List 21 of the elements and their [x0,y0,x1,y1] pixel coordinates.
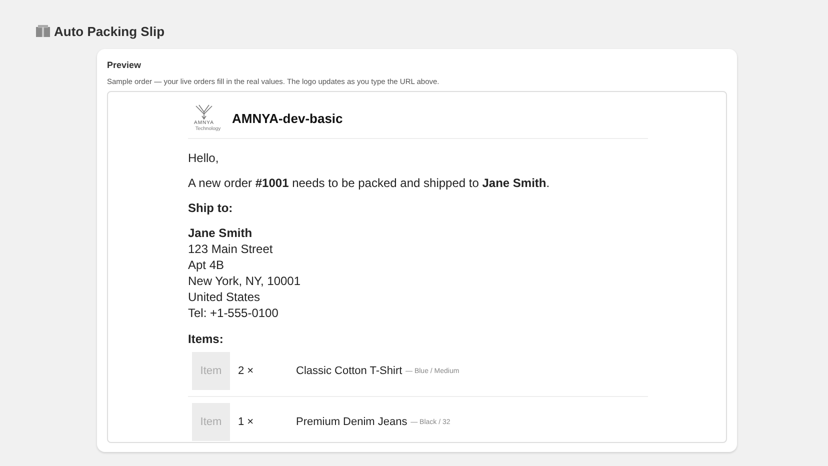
address-line: New York, NY, 10001 [188,273,302,289]
logo-icon [194,104,214,120]
items-label: Items: [188,332,224,346]
recipient-name: Jane Smith [188,225,254,241]
shop-name: AMNYA-dev-basic [232,110,343,126]
package-icon [36,25,50,37]
greeting: Hello, [188,151,220,165]
address-line: Tel: +1-555-0100 [188,305,280,321]
ship-to-label: Ship to: [188,201,234,215]
card-heading: Preview [107,60,142,70]
item-name: Classic Cotton T-Shirt [296,365,402,377]
page-title: Auto Packing Slip [54,24,165,38]
item-thumbnail: Item [192,403,230,441]
item-quantity: 1 × [238,416,255,428]
order-message: A new order #1001 needs to be packed and shipped to Jane Smith. [188,176,551,190]
item-quantity: 2 × [238,365,255,377]
item-name: Premium Denim Jeans [296,416,408,428]
address-line: 123 Main Street [188,241,274,257]
item-thumbnail: Item [192,352,230,390]
address-line: United States [188,289,262,305]
address-line: Apt 4B [188,257,226,273]
